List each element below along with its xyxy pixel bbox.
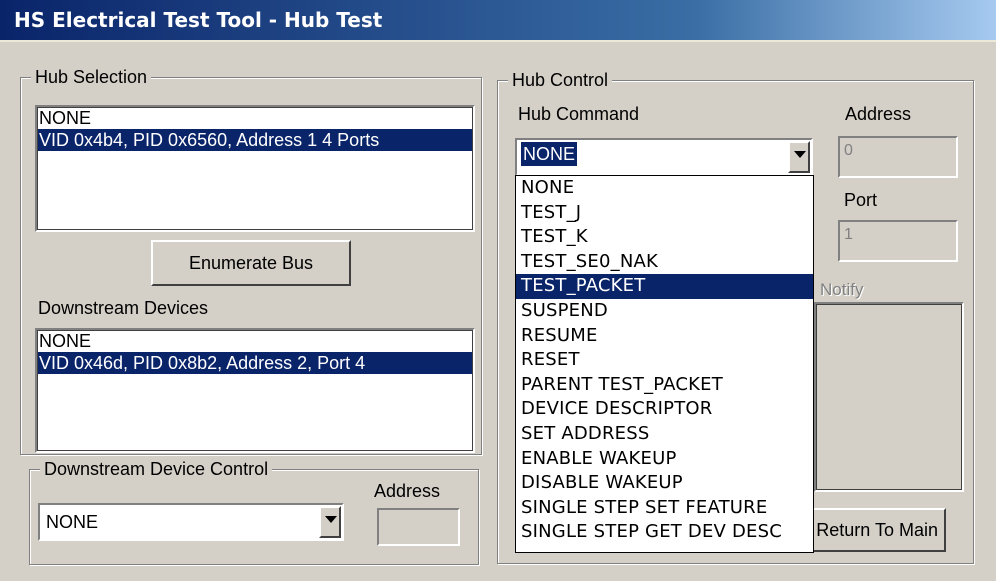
hub-address-label: Address [845,104,912,124]
dropdown-option[interactable]: SET ADDRESS [516,422,813,447]
notify-box [814,302,964,492]
downstream-devices-label: Downstream Devices [38,298,209,318]
downstream-devices-list[interactable]: NONE VID 0x46d, PID 0x8b2, Address 2, Po… [35,328,475,453]
hub-address-field[interactable]: 0 [838,136,958,178]
hub-control-label: Hub Control [508,69,613,91]
downstream-combo-value: NONE [46,512,99,532]
chevron-down-icon [794,151,806,158]
dropdown-option[interactable]: SINGLE STEP SET FEATURE [516,496,813,521]
hub-command-combo[interactable]: NONE [515,138,813,176]
hub-selection-label: Hub Selection [31,66,152,88]
dropdown-option[interactable]: DEVICE DESCRIPTOR [516,397,813,422]
dropdown-option[interactable]: ENABLE WAKEUP [516,447,813,472]
dropdown-option[interactable]: SINGLE STEP GET DEV DESC [516,520,813,545]
downstream-list-item-selected[interactable]: VID 0x46d, PID 0x8b2, Address 2, Port 4 [37,352,473,374]
dropdown-option[interactable]: DISABLE WAKEUP [516,471,813,496]
downstream-list-item[interactable]: NONE [37,330,473,352]
dropdown-option[interactable]: TEST_J [516,201,813,226]
dropdown-option[interactable]: RESUME [516,324,813,349]
enumerate-bus-button[interactable]: Enumerate Bus [151,240,351,286]
hub-list-item[interactable]: NONE [37,107,473,129]
port-field[interactable]: 1 [838,220,958,262]
dropdown-option[interactable]: NONE [516,176,813,201]
window-title: HS Electrical Test Tool - Hub Test [14,8,383,32]
hub-command-dropdown-list[interactable]: NONE TEST_J TEST_K TEST_SE0_NAK TEST_PAC… [515,175,814,553]
downstream-address-field[interactable] [377,508,460,546]
hub-command-dropdown-button[interactable] [788,141,810,173]
port-label: Port [844,190,878,210]
dropdown-option[interactable]: RESET [516,348,813,373]
downstream-combo-dropdown-button[interactable] [319,506,341,538]
downstream-address-label: Address [374,481,441,501]
dropdown-option[interactable]: TEST_SE0_NAK [516,250,813,275]
downstream-command-combo[interactable]: NONE [38,503,344,541]
hub-command-label: Hub Command [518,104,640,124]
dropdown-option-highlighted[interactable]: TEST_PACKET [516,274,813,299]
dropdown-option[interactable]: SUSPEND [516,299,813,324]
return-to-main-button[interactable]: Return To Main [810,508,946,552]
hub-list[interactable]: NONE VID 0x4b4, PID 0x6560, Address 1 4 … [35,105,475,232]
notify-label: Notify [820,280,864,299]
hub-command-value: NONE [519,141,579,167]
chevron-down-icon [325,516,337,523]
downstream-device-control-label: Downstream Device Control [40,458,273,480]
dropdown-option[interactable]: TEST_K [516,225,813,250]
hub-list-item-selected[interactable]: VID 0x4b4, PID 0x6560, Address 1 4 Ports [37,129,473,151]
dropdown-option[interactable]: PARENT TEST_PACKET [516,373,813,398]
title-bar[interactable]: HS Electrical Test Tool - Hub Test [0,0,996,42]
